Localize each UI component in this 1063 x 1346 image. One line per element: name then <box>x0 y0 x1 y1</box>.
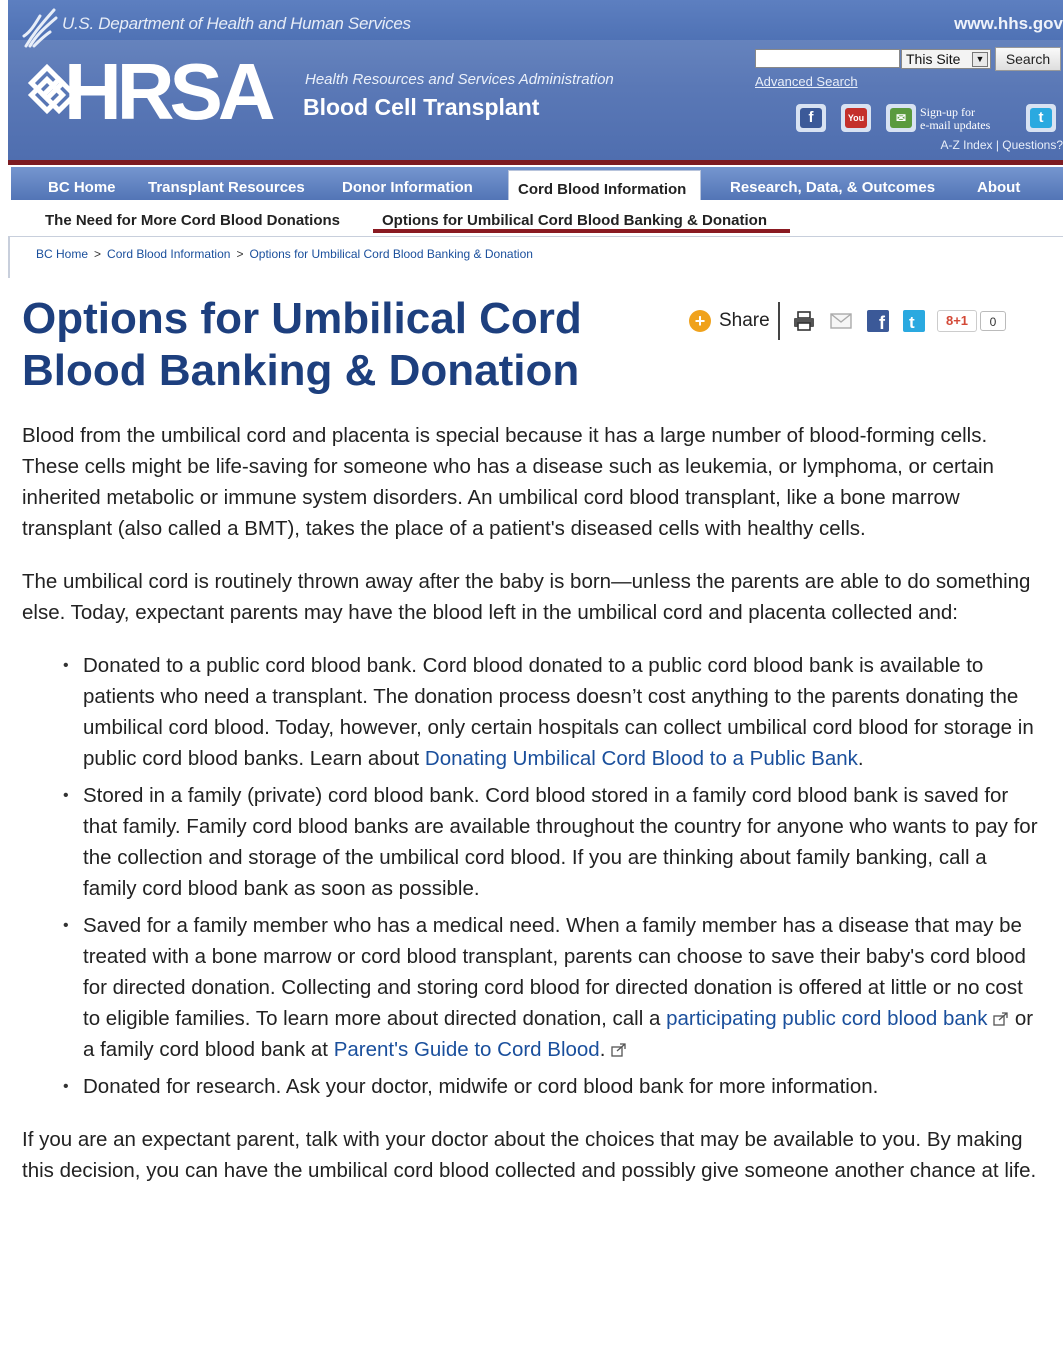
youtube-icon: You <box>845 108 867 128</box>
svg-text:t: t <box>909 313 915 332</box>
facebook-button[interactable]: f <box>796 104 826 132</box>
google-plus-button[interactable]: 8+1 <box>937 310 977 332</box>
list-item-text-end: . <box>857 747 864 770</box>
main-content: Blood from the umbilical cord and placen… <box>22 420 1042 1208</box>
twitter-share-icon[interactable]: t <box>902 309 926 333</box>
donating-public-bank-link[interactable]: Donating Umbilical Cord Blood to a Publi… <box>425 747 858 770</box>
main-nav-bar: BC Home Transplant Resources Donor Infor… <box>8 160 1063 207</box>
divider <box>778 302 780 340</box>
nav-item-bc-home[interactable]: BC Home <box>48 179 116 196</box>
signup-line2: e-mail updates <box>920 118 991 132</box>
questions-link[interactable]: Questions? <box>1002 138 1063 152</box>
az-index-link[interactable]: A-Z Index <box>940 138 992 152</box>
email-icon[interactable] <box>829 309 853 333</box>
participating-public-bank-link[interactable]: participating public cord blood bank <box>666 1007 987 1030</box>
nav-item-about[interactable]: About <box>977 179 1020 196</box>
breadcrumb-separator: > <box>236 247 244 261</box>
sub-nav: The Need for More Cord Blood Donations O… <box>10 200 1063 237</box>
advanced-search-link[interactable]: Advanced Search <box>755 74 858 89</box>
twitter-icon: t <box>1030 108 1052 128</box>
breadcrumb-item-cord-blood-information[interactable]: Cord Blood Information <box>107 247 230 261</box>
nav-item-transplant-resources[interactable]: Transplant Resources <box>148 179 305 196</box>
list-item: Saved for a family member who has a medi… <box>63 910 1042 1065</box>
search-scope-select[interactable]: This Site ▼ <box>901 49 991 69</box>
breadcrumb: BC Home > Cord Blood Information > Options f… <box>36 247 533 261</box>
search-button[interactable]: Search <box>995 47 1061 71</box>
search-input[interactable] <box>755 49 900 68</box>
share-plus-icon[interactable]: + <box>689 310 711 332</box>
external-link-icon[interactable] <box>611 1043 627 1057</box>
share-count: 0 <box>980 311 1006 331</box>
list-item: Donated for research. Ask your doctor, m… <box>63 1071 1042 1102</box>
svg-text:f: f <box>879 313 886 333</box>
breadcrumb-item-bc-home[interactable]: BC Home <box>36 247 88 261</box>
print-icon[interactable] <box>792 309 816 333</box>
parents-guide-link[interactable]: Parent's Guide to Cord Blood <box>334 1038 600 1061</box>
nav-item-research-data-outcomes[interactable]: Research, Data, & Outcomes <box>730 179 935 196</box>
youtube-button[interactable]: You <box>841 104 871 132</box>
facebook-share-icon[interactable]: f <box>866 309 890 333</box>
nav-item-donor-information[interactable]: Donor Information <box>342 179 473 196</box>
breadcrumb-item-current[interactable]: Options for Umbilical Cord Blood Banking… <box>249 247 532 261</box>
subnav-item-need-for-more-donations[interactable]: The Need for More Cord Blood Donations <box>45 212 340 229</box>
options-paragraph: The umbilical cord is routinely thrown a… <box>22 570 1031 624</box>
facebook-icon: f <box>800 108 822 128</box>
hhs-name[interactable]: U.S. Department of Health and Human Serv… <box>62 14 411 34</box>
options-list: Donated to a public cord blood bank. Cor… <box>22 650 1042 1102</box>
breadcrumb-separator: > <box>94 247 102 261</box>
eagle-icon[interactable] <box>20 6 58 50</box>
divider <box>8 236 10 278</box>
closing-paragraph: If you are an expectant parent, talk wit… <box>22 1128 1037 1182</box>
list-item-text: Stored in a family (private) cord blood … <box>83 784 1038 900</box>
twitter-button[interactable]: t <box>1026 104 1056 132</box>
list-item-text: Donated for research. Ask your doctor, m… <box>83 1075 879 1098</box>
list-item: Donated to a public cord blood bank. Cor… <box>63 650 1042 774</box>
search-scope-value: This Site <box>906 51 961 67</box>
external-link-icon[interactable] <box>993 1012 1009 1026</box>
active-subnav-underline <box>373 229 790 233</box>
email-updates-icon: ✉ <box>890 108 912 128</box>
hrsa-full-name: Health Resources and Services Administra… <box>305 71 614 88</box>
share-button[interactable]: Share <box>719 310 770 332</box>
intro-paragraph: Blood from the umbilical cord and placen… <box>22 424 994 540</box>
subnav-item-options-banking-donation[interactable]: Options for Umbilical Cord Blood Banking… <box>382 212 767 229</box>
hhs-url-link[interactable]: www.hhs.gov <box>954 14 1063 34</box>
chevron-down-icon[interactable]: ▼ <box>972 52 988 67</box>
utility-links: A-Z Index | Questions? <box>940 138 1063 152</box>
page-title: Options for Umbilical Cord Blood Banking… <box>22 294 582 395</box>
hrsa-wordmark[interactable]: HRSA <box>64 52 276 132</box>
email-updates-button[interactable]: ✉ <box>886 104 916 132</box>
program-name[interactable]: Blood Cell Transplant <box>303 94 539 121</box>
list-item: Stored in a family (private) cord blood … <box>63 780 1042 904</box>
list-item-text-end: . <box>599 1038 606 1061</box>
site-header: U.S. Department of Health and Human Serv… <box>8 0 1063 160</box>
signup-link[interactable]: Sign-up for e-mail updates <box>920 106 990 132</box>
nav-item-label: Cord Blood Information <box>518 181 687 198</box>
